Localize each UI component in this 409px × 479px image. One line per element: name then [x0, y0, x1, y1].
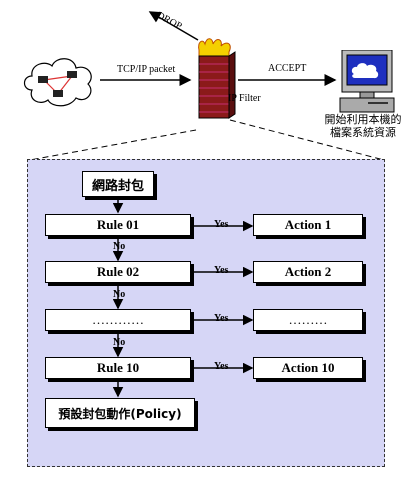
- no-label: No: [113, 337, 126, 348]
- yes-label: Yes: [214, 219, 229, 230]
- rule-box: …………: [45, 309, 191, 331]
- yes-label: Yes: [214, 313, 229, 324]
- yes-label: Yes: [214, 361, 229, 372]
- yes-label: Yes: [214, 265, 229, 276]
- rule-box: Rule 01: [45, 214, 191, 236]
- action-box: Action 2: [253, 261, 363, 283]
- action-box: Action 1: [253, 214, 363, 236]
- rule-box: Rule 02: [45, 261, 191, 283]
- no-label: No: [113, 289, 126, 300]
- default-policy-box: 預設封包動作(Policy): [45, 398, 195, 428]
- no-label: No: [113, 241, 126, 252]
- action-box: Action 10: [253, 357, 363, 379]
- start-packet-box: 網路封包: [82, 171, 154, 197]
- rule-box: Rule 10: [45, 357, 191, 379]
- action-box: ………: [253, 309, 363, 331]
